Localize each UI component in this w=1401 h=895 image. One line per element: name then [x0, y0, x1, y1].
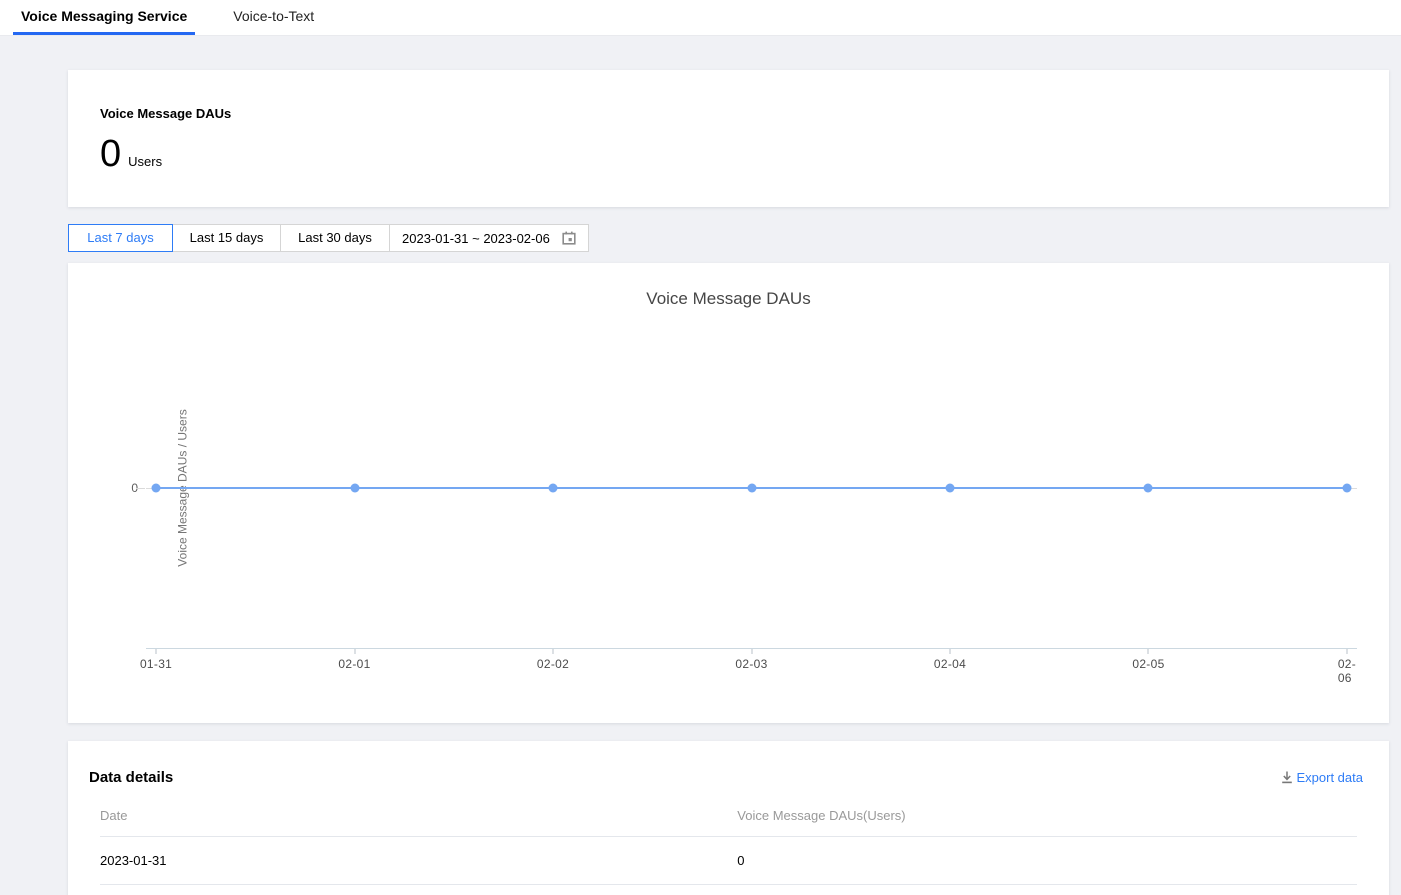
x-axis-label: 02-04	[934, 657, 966, 671]
plot-area: 01-3102-0102-0202-0302-0402-0502-06	[146, 263, 1357, 723]
data-point	[945, 484, 954, 493]
x-axis-tick-mark	[751, 649, 752, 654]
x-axis-tick-mark	[1346, 649, 1347, 654]
x-axis-tick-mark	[553, 649, 554, 654]
data-point	[747, 484, 756, 493]
data-details-table: Date Voice Message DAUs(Users) 2023-01-3…	[100, 796, 1357, 885]
data-point	[1342, 484, 1351, 493]
tab-voice-messaging-service[interactable]: Voice Messaging Service	[13, 0, 195, 35]
column-header-daus: Voice Message DAUs(Users)	[737, 796, 1357, 837]
stat-card: Voice Message DAUs 0 Users	[68, 70, 1389, 207]
calendar-icon[interactable]	[562, 231, 576, 245]
x-axis-label: 02-01	[338, 657, 370, 671]
x-axis-label: 02-05	[1132, 657, 1164, 671]
data-point	[152, 484, 161, 493]
x-axis-tick-mark	[1148, 649, 1149, 654]
export-data-label: Export data	[1297, 770, 1364, 785]
data-point	[1144, 484, 1153, 493]
y-axis-tick-mark	[136, 488, 145, 489]
table-header-row: Date Voice Message DAUs(Users)	[100, 796, 1357, 837]
cell-date: 2023-01-31	[100, 837, 737, 885]
stat-value: 0	[100, 135, 121, 173]
export-data-link[interactable]: Export data	[1281, 770, 1364, 785]
date-range-picker[interactable]: 2023-01-31 ~ 2023-02-06	[389, 224, 589, 252]
range-button-last-7-days[interactable]: Last 7 days	[68, 224, 173, 252]
tab-bar: Voice Messaging Service Voice-to-Text	[0, 0, 1401, 36]
range-button-last-15-days[interactable]: Last 15 days	[172, 224, 281, 252]
stat-unit: Users	[128, 154, 162, 169]
column-header-date: Date	[100, 796, 737, 837]
x-axis-tick-mark	[354, 649, 355, 654]
chart-card: Voice Message DAUs Voice Message DAUs / …	[68, 263, 1389, 723]
date-filter-group: Last 7 days Last 15 days Last 30 days 20…	[68, 224, 1389, 252]
cell-daus: 0	[737, 837, 1357, 885]
x-axis-label: 02-03	[735, 657, 767, 671]
x-axis-label: 02-06	[1338, 657, 1356, 685]
stat-card-title: Voice Message DAUs	[100, 106, 1357, 121]
data-point	[350, 484, 359, 493]
tab-voice-to-text[interactable]: Voice-to-Text	[225, 0, 322, 35]
table-row: 2023-01-310	[100, 837, 1357, 885]
date-range-value: 2023-01-31 ~ 2023-02-06	[402, 231, 550, 246]
table-body: 2023-01-310	[100, 837, 1357, 885]
x-axis-label: 02-02	[537, 657, 569, 671]
tab-label: Voice-to-Text	[233, 8, 314, 24]
data-details-title: Data details	[89, 769, 173, 786]
data-details-card: Data details Export data Date Voice Mess…	[68, 741, 1389, 895]
x-axis-tick-mark	[156, 649, 157, 654]
download-icon	[1281, 771, 1293, 784]
range-button-last-30-days[interactable]: Last 30 days	[280, 224, 390, 252]
tab-label: Voice Messaging Service	[21, 8, 187, 24]
x-axis-label: 01-31	[140, 657, 172, 671]
x-axis-tick-mark	[949, 649, 950, 654]
data-point	[549, 484, 558, 493]
